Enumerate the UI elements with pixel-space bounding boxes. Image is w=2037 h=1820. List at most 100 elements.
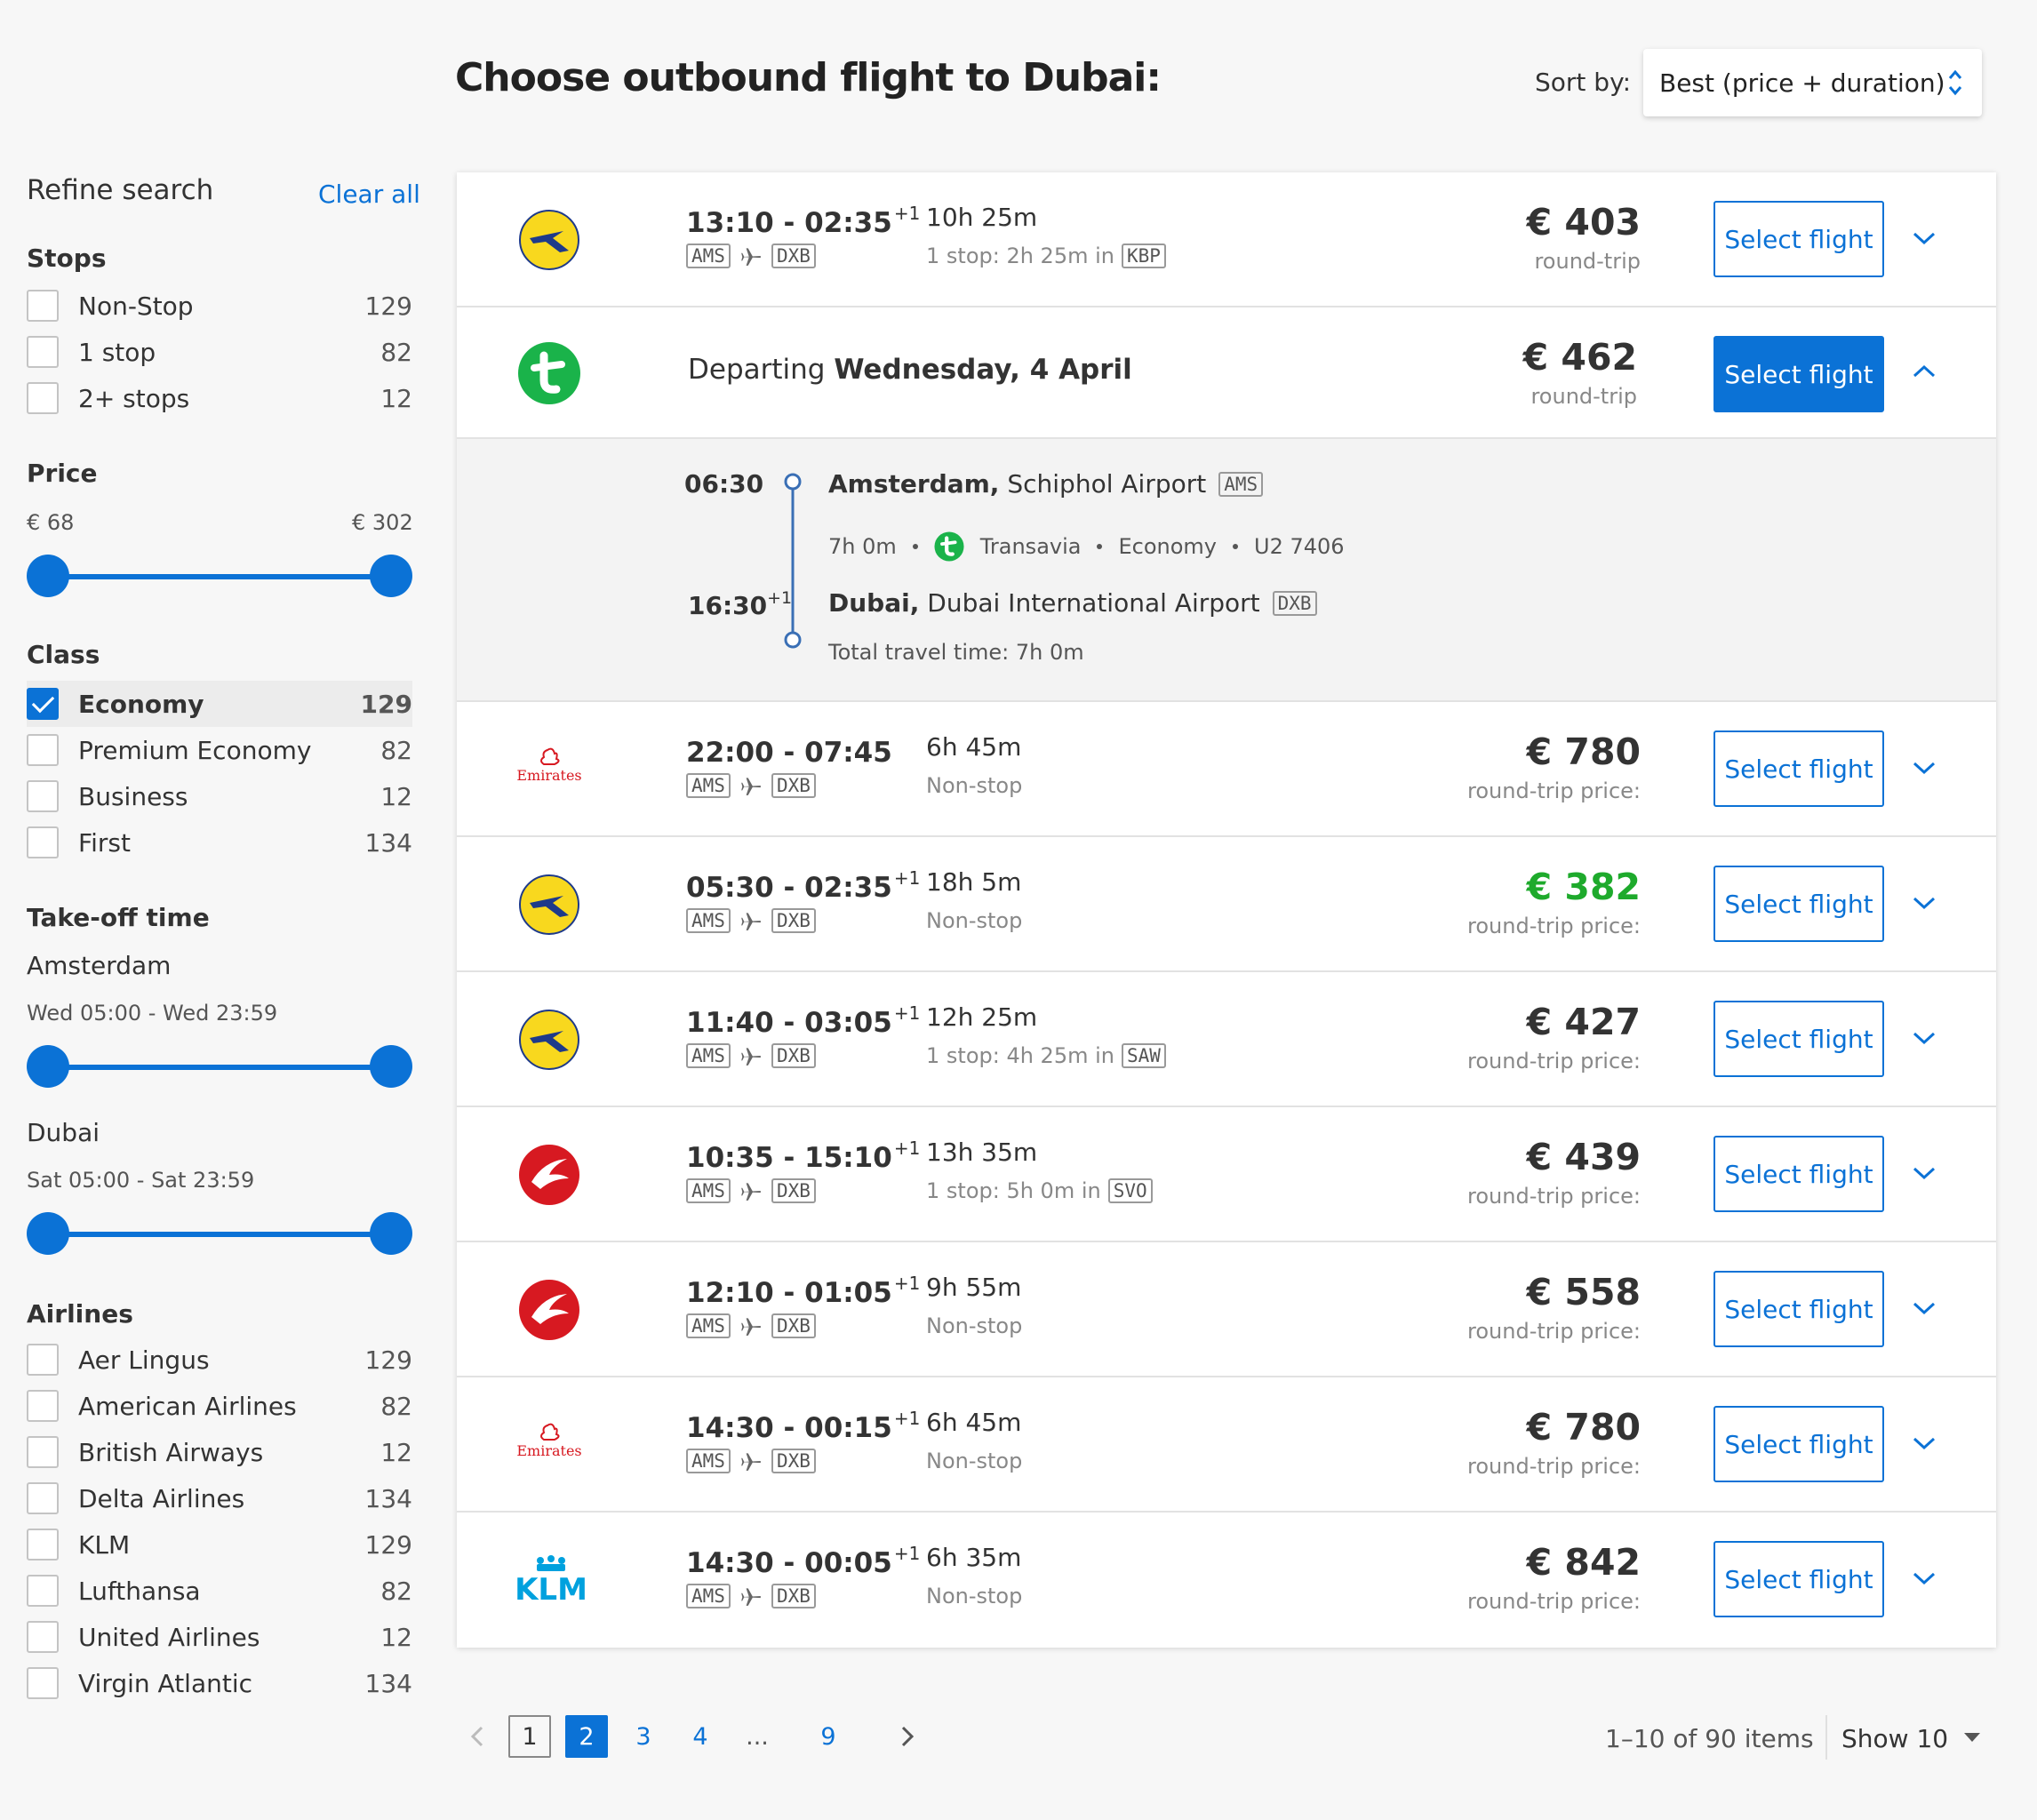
filter-class-first[interactable]: First 134 [27,819,412,866]
stops-info: Non-stop [926,1449,1023,1473]
caret-down-icon[interactable] [1964,1733,1980,1742]
checkbox[interactable] [27,1621,59,1653]
origin-code: AMS [686,908,731,933]
clear-all-link[interactable]: Clear all [318,180,420,209]
page-title: Choose outbound flight to Dubai: [455,55,1162,100]
select-flight-button[interactable]: Select flight [1713,866,1884,942]
checkbox[interactable] [27,336,59,368]
airlines-title: Airlines [27,1299,133,1329]
filter-airline-british[interactable]: British Airways 12 [27,1429,412,1475]
takeoff-origin-range: Wed 05:00 - Wed 23:59 [27,1001,278,1026]
select-flight-button[interactable]: Select flight [1713,1001,1884,1077]
checkbox[interactable] [27,1529,59,1561]
flight-times: 10:35 - 15:10 +1 [686,1138,921,1174]
filter-class-business[interactable]: Business 12 [27,773,412,819]
filter-class-economy[interactable]: Economy 129 [27,681,412,727]
filter-airline-klm[interactable]: KLM 129 [27,1521,412,1568]
flight-row: 11:40 - 03:05 +1 AMS DXB 12h 25m 1 stop: 4… [457,972,1996,1107]
takeoff-title: Take-off time [27,903,210,932]
destination-code: DXB [771,1584,816,1608]
checkbox[interactable] [27,1482,59,1514]
plane-icon [741,248,761,266]
checkbox[interactable] [27,1344,59,1376]
cabin-class: Economy [1118,534,1218,559]
flight-price: € 780 [1526,730,1641,773]
checkbox[interactable] [27,1667,59,1699]
page-1[interactable]: 1 [508,1715,551,1758]
chevron-down-icon[interactable] [1911,1434,1937,1452]
ukraine-airlines-logo-icon [519,1010,579,1070]
filter-airline-virgin[interactable]: Virgin Atlantic 134 [27,1660,412,1706]
destination-time-slider[interactable] [27,1212,412,1257]
plane-icon [741,1588,761,1606]
select-flight-button[interactable]: Select flight [1713,1406,1884,1482]
page-size-select[interactable]: Show 10 [1841,1724,1948,1753]
flight-row: 05:30 - 02:35 +1 AMS DXB 18h 5m Non-stop €… [457,837,1996,972]
stops-info: 1 stop: 2h 25m in KBP [926,243,1166,268]
slider-handle-max[interactable] [370,1045,412,1088]
slider-handle-min[interactable] [27,1045,69,1088]
origin-code: AMS [686,1449,731,1473]
filter-stops-two-plus[interactable]: 2+ stops 12 [27,375,412,421]
select-flight-button[interactable]: Select flight [1713,1541,1884,1617]
origin-time-slider[interactable] [27,1045,412,1090]
klm-logo-icon: KLM [515,1555,587,1608]
destination-code: DXB [771,773,816,798]
filter-count: 82 [380,1391,412,1421]
chevron-right-icon[interactable] [885,1715,928,1758]
page-4[interactable]: 4 [679,1715,722,1758]
select-flight-button[interactable]: Select flight [1713,1136,1884,1212]
slider-handle-max[interactable] [370,555,412,597]
price-title: Price [27,459,98,488]
price-caption: round-trip price: [1467,1319,1641,1344]
flight-details-panel: 06:30 Amsterdam, Schiphol Airport AMS 7h … [457,439,1996,702]
checkbox-checked[interactable] [27,688,59,720]
checkbox[interactable] [27,1390,59,1422]
chevron-down-icon[interactable] [1911,1164,1937,1182]
filter-stops-nonstop[interactable]: Non-Stop 129 [27,283,412,329]
checkbox[interactable] [27,290,59,322]
filter-airline-united[interactable]: United Airlines 12 [27,1614,412,1660]
chevron-up-icon[interactable] [1911,363,1937,380]
page-9[interactable]: 9 [807,1715,850,1758]
filter-airline-american[interactable]: American Airlines 82 [27,1383,412,1429]
price-slider[interactable] [27,555,412,599]
checkbox[interactable] [27,780,59,812]
chevron-down-icon[interactable] [1911,1299,1937,1317]
filter-stops-one[interactable]: 1 stop 82 [27,329,412,375]
flight-row-expanded: Departing Wednesday, 4 April € 462 round… [457,307,1996,439]
checkbox[interactable] [27,1575,59,1607]
chevron-down-icon[interactable] [1911,1029,1937,1047]
filter-count: 134 [364,1483,412,1513]
filter-airline-aer-lingus[interactable]: Aer Lingus 129 [27,1337,412,1383]
checkbox[interactable] [27,734,59,766]
slider-handle-max[interactable] [370,1212,412,1255]
select-flight-button[interactable]: Select flight [1713,336,1884,412]
transavia-logo-icon [934,531,964,562]
select-flight-button[interactable]: Select flight [1713,1271,1884,1347]
flight-times: 12:10 - 01:05 +1 [686,1273,921,1309]
airport-code: AMS [1218,471,1264,497]
select-flight-button[interactable]: Select flight [1713,730,1884,807]
chevron-left-icon[interactable] [457,1715,499,1758]
chevron-down-icon[interactable] [1911,894,1937,912]
route: AMS DXB [686,773,816,798]
checkbox[interactable] [27,826,59,858]
chevron-down-icon[interactable] [1911,1569,1937,1587]
slider-handle-min[interactable] [27,555,69,597]
checkbox[interactable] [27,1436,59,1468]
page-2-current[interactable]: 2 [565,1715,608,1758]
select-flight-button[interactable]: Select flight [1713,201,1884,277]
slider-handle-min[interactable] [27,1212,69,1255]
checkbox[interactable] [27,382,59,414]
page-3[interactable]: 3 [622,1715,665,1758]
price-caption: round-trip [1530,384,1637,409]
filter-airline-delta[interactable]: Delta Airlines 134 [27,1475,412,1521]
filter-airline-lufthansa[interactable]: Lufthansa 82 [27,1568,412,1614]
divider [1825,1715,1827,1760]
chevron-down-icon[interactable] [1911,229,1937,247]
arrival-time: 16:30+1 [688,588,793,620]
sort-select[interactable]: Best (price + duration) [1643,49,1982,116]
filter-class-premium-economy[interactable]: Premium Economy 82 [27,727,412,773]
chevron-down-icon[interactable] [1911,759,1937,777]
